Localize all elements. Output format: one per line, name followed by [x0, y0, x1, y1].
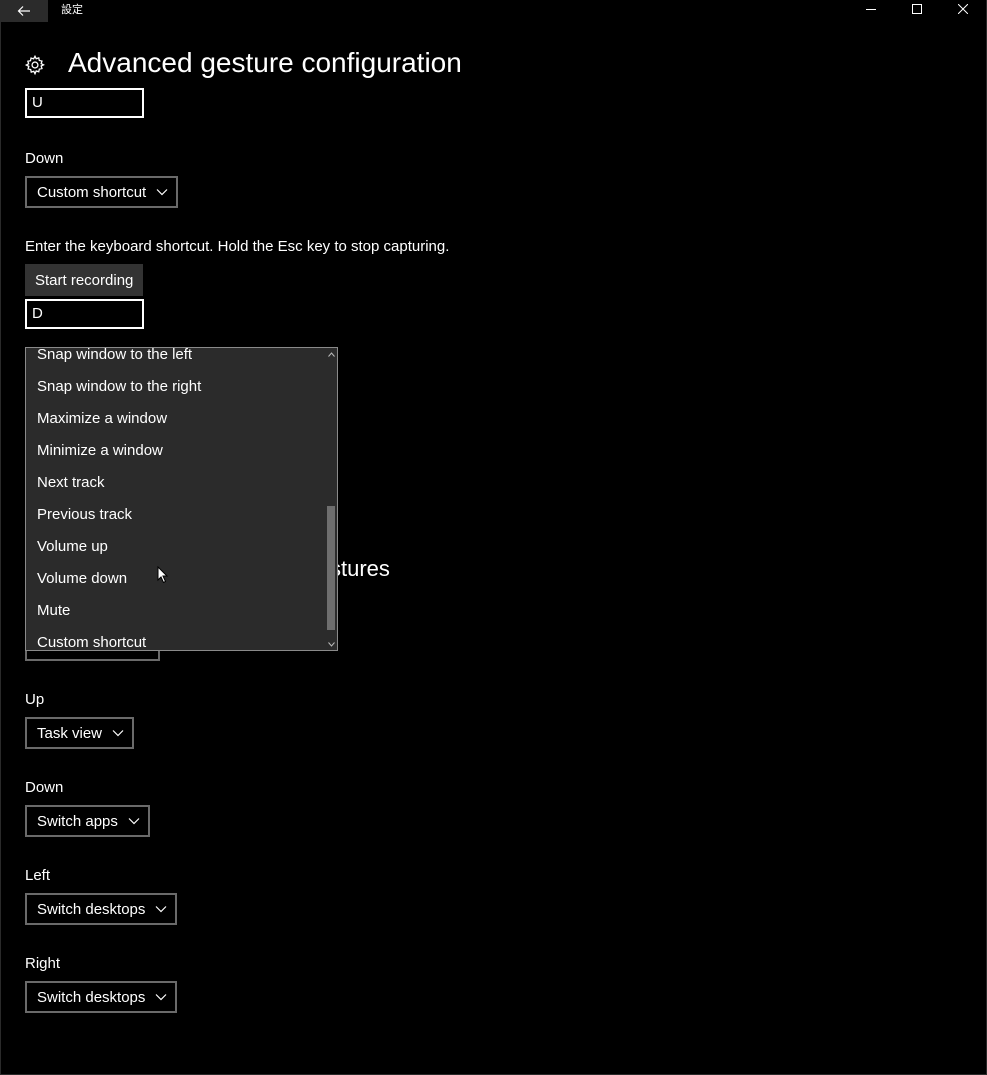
dropdown-item[interactable]: Minimize a window: [37, 441, 163, 461]
down-label: Down: [25, 150, 64, 167]
close-icon: [958, 4, 968, 14]
back-arrow-icon: [17, 6, 30, 16]
dropdown-item[interactable]: Snap window to the left: [37, 348, 192, 365]
dropdown-item[interactable]: Mute: [37, 601, 70, 621]
shortcut-input-up[interactable]: U: [25, 88, 144, 118]
left-label: Left: [25, 867, 51, 884]
chevron-down-icon: [155, 906, 167, 913]
right-action-value: Switch desktops: [37, 988, 146, 1006]
down-action-value: Custom shortcut: [37, 183, 147, 201]
down-label-2: Down: [25, 779, 64, 796]
shortcut-input-down[interactable]: D: [25, 299, 144, 329]
chevron-down-icon: [327, 641, 335, 647]
back-button[interactable]: [0, 0, 48, 22]
scroll-up-button[interactable]: [327, 350, 335, 358]
right-action-combo[interactable]: Switch desktops: [25, 981, 178, 1013]
dropdown-scrollbar[interactable]: [325, 348, 337, 650]
start-recording-button[interactable]: Start recording: [25, 264, 144, 296]
up-action-combo[interactable]: Task view: [25, 717, 135, 749]
dropdown-item[interactable]: Next track: [37, 473, 105, 493]
app-title: 設定: [61, 3, 83, 16]
left-action-value: Switch desktops: [37, 900, 146, 918]
action-dropdown-list[interactable]: Snap window to the left Snap window to t…: [25, 347, 338, 651]
chevron-down-icon: [155, 994, 167, 1001]
shortcut-instruction: Enter the keyboard shortcut. Hold the Es…: [25, 238, 450, 255]
gear-icon: [24, 54, 45, 76]
page-title: Advanced gesture configuration: [68, 47, 462, 78]
dropdown-item[interactable]: Volume up: [37, 537, 108, 557]
left-action-combo[interactable]: Switch desktops: [25, 893, 178, 925]
chevron-down-icon: [112, 730, 124, 737]
chevron-down-icon: [128, 818, 140, 825]
down-action-combo-2[interactable]: Switch apps: [25, 805, 150, 837]
down-action-combo[interactable]: Custom shortcut: [25, 176, 179, 208]
scroll-down-button[interactable]: [327, 640, 335, 648]
maximize-icon: [912, 4, 922, 14]
chevron-down-icon: [156, 189, 168, 196]
dropdown-item[interactable]: Snap window to the right: [37, 377, 201, 397]
mouse-pointer-icon: [157, 566, 169, 584]
up-label: Up: [25, 691, 45, 708]
chevron-up-icon: [327, 351, 335, 357]
down-action-value-2: Switch apps: [37, 812, 118, 830]
dropdown-item[interactable]: Maximize a window: [37, 409, 167, 429]
maximize-button[interactable]: [894, 0, 940, 18]
minimize-button[interactable]: [848, 0, 894, 18]
dropdown-item[interactable]: Custom shortcut: [37, 633, 146, 650]
scroll-thumb[interactable]: [327, 506, 335, 630]
window-border-left: [0, 0, 1, 1075]
dropdown-item[interactable]: Previous track: [37, 505, 132, 525]
dropdown-item[interactable]: Volume down: [37, 569, 127, 589]
right-label: Right: [25, 955, 61, 972]
minimize-icon: [866, 9, 876, 10]
section-heading-partial: stures: [330, 556, 390, 581]
close-button[interactable]: [940, 0, 986, 18]
up-action-value: Task view: [37, 724, 103, 742]
